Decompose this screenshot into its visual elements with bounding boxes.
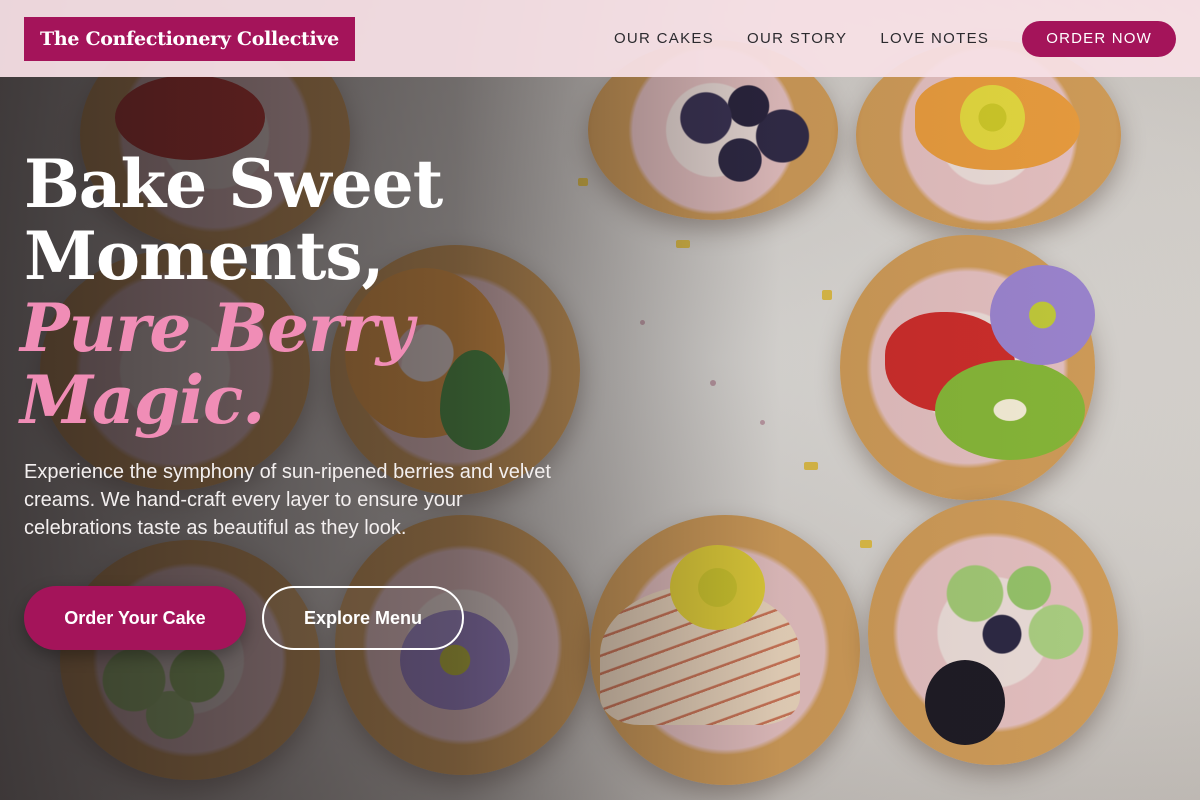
- brand-logo[interactable]: The Confectionery Collective: [24, 16, 355, 61]
- headline-line-1: Bake Sweet: [24, 145, 443, 223]
- nav-our-story[interactable]: OUR STORY: [747, 30, 847, 47]
- hero-description: Experience the symphony of sun-ripened b…: [24, 461, 551, 539]
- hero-actions: Order Your Cake Explore Menu: [24, 586, 464, 650]
- headline-accent-2: Magic.: [20, 361, 265, 439]
- order-your-cake-button[interactable]: Order Your Cake: [24, 586, 246, 650]
- headline-accent-1: Pure Berry: [20, 289, 414, 367]
- site-header: The Confectionery Collective OUR CAKES O…: [0, 0, 1200, 77]
- nav-our-cakes[interactable]: OUR CAKES: [614, 30, 714, 47]
- explore-menu-button[interactable]: Explore Menu: [262, 586, 464, 650]
- hero-headline: Bake Sweet Moments, Pure Berry Magic.: [20, 145, 584, 436]
- nav-love-notes[interactable]: LOVE NOTES: [880, 30, 989, 47]
- hero-content: Bake Sweet Moments, Pure Berry Magic. Ex…: [20, 145, 584, 542]
- order-now-button[interactable]: ORDER NOW: [1022, 20, 1176, 57]
- main-nav: OUR CAKES OUR STORY LOVE NOTES ORDER NOW: [581, 20, 1176, 57]
- headline-line-2: Moments,: [24, 217, 385, 295]
